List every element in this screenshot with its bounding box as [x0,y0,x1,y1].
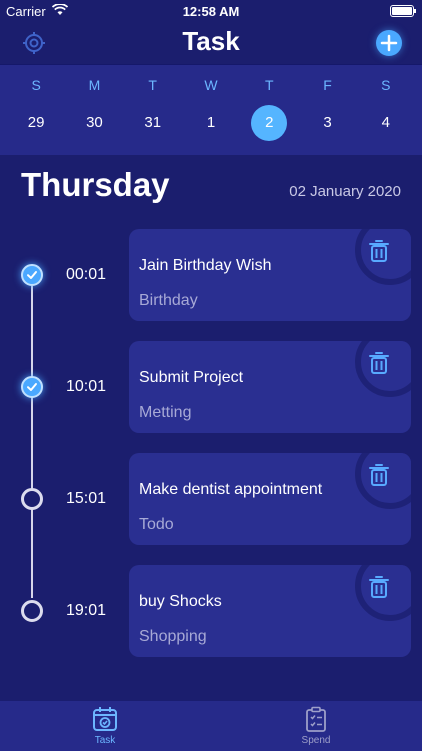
date-number: 4 [381,114,390,131]
delete-button[interactable] [355,341,411,397]
date-number: 3 [323,114,332,131]
trash-icon [369,576,389,598]
day-title: Thursday [21,166,170,203]
date-number: 2 [251,105,288,141]
navbar: Task [0,22,422,64]
delete-button[interactable] [355,453,411,509]
calendar-date[interactable]: 31 [124,105,182,141]
task-title: Jain Birthday Wish [139,257,272,274]
full-date: 02 January 2020 [289,183,401,200]
tab-bar: Task Spend [0,700,422,751]
task-card[interactable]: buy Shocks Shopping [129,565,411,657]
task-card[interactable]: Submit Project Metting [129,341,411,433]
task-category: Metting [139,404,192,421]
check-icon [27,383,37,391]
page-title: Task [182,26,240,56]
task-title: Make dentist appointment [139,481,323,498]
weekday-row: S M T W T F S [7,77,415,93]
calendar-check-icon [93,707,117,731]
calendar-date-selected[interactable]: 2 [240,105,298,141]
date-number: 30 [86,114,103,131]
weekday-label: W [204,77,218,93]
calendar-date[interactable]: 30 [65,105,123,141]
tab-spend-label: Spend [301,735,331,746]
task-time: 00:01 [66,266,107,283]
plus-icon [380,34,398,52]
weekday-label: M [88,77,101,93]
calendar-date[interactable]: 29 [7,105,65,141]
calendar-date[interactable]: 4 [357,105,415,141]
task-title: Submit Project [139,369,244,386]
date-number: 31 [144,114,162,131]
calendar-date[interactable]: 1 [182,105,240,141]
delete-button[interactable] [355,229,411,285]
weekday-label: F [323,77,332,93]
weekday-label: S [31,77,41,93]
task-title: buy Shocks [139,593,222,610]
task-card[interactable]: Jain Birthday Wish Birthday [129,229,411,321]
clipboard-list-icon [306,706,326,732]
weekday-label: T [148,77,157,93]
task-status-done[interactable] [21,376,43,398]
clock: 12:58 AM [182,4,240,19]
task-status-done[interactable] [21,264,43,286]
task-card[interactable]: Make dentist appointment Todo [129,453,411,545]
task-status-pending[interactable] [21,488,43,510]
week-calendar: S M T W T F S 29 30 31 1 2 3 4 [0,64,422,155]
trash-icon [369,240,389,262]
trash-icon [369,352,389,374]
weekday-label: T [264,77,274,93]
task-time: 19:01 [66,602,107,619]
battery-icon [390,5,416,17]
weekday-label: S [381,77,391,93]
status-bar: Carrier 12:58 AM [0,0,422,22]
tab-spend[interactable]: Spend [276,706,356,746]
task-category: Todo [139,516,174,533]
add-task-button[interactable] [376,30,402,56]
tab-task[interactable]: Task [65,706,145,746]
task-time: 15:01 [66,490,107,507]
calendar-date[interactable]: 3 [298,105,356,141]
task-status-pending[interactable] [21,600,43,622]
trash-icon [369,464,389,486]
check-icon [27,271,37,279]
task-category: Birthday [139,292,198,309]
date-number: 29 [27,114,45,131]
task-category: Shopping [139,628,207,645]
date-row: 29 30 31 1 2 3 4 [7,105,415,141]
tab-task-label: Task [94,735,116,746]
delete-button[interactable] [355,565,411,621]
timeline-line [31,286,33,598]
task-time: 10:01 [66,378,107,395]
date-number: 1 [206,114,216,131]
